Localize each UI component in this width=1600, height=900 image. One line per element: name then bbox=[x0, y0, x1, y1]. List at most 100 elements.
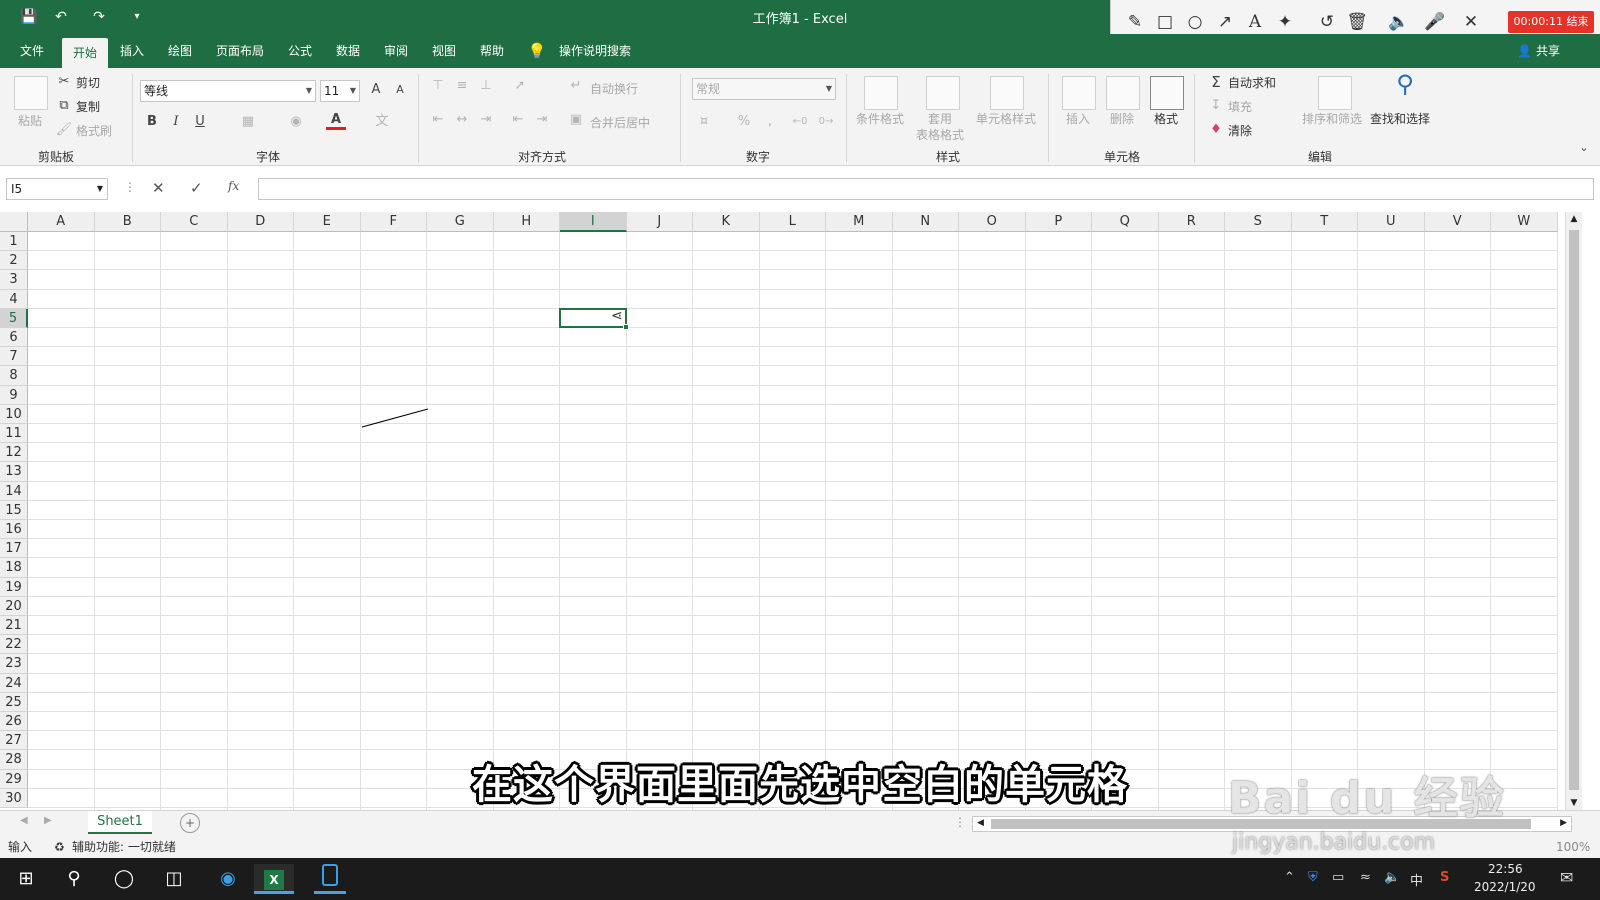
vertical-scrollbar[interactable]: ▲ ▼ bbox=[1565, 212, 1582, 810]
align-center-icon[interactable]: ↔ bbox=[452, 110, 472, 130]
align-right-icon[interactable]: ⇥ bbox=[476, 110, 496, 130]
row-header-7[interactable]: 7 bbox=[0, 347, 28, 367]
insert-cells-button[interactable]: 插入 bbox=[1066, 110, 1090, 127]
column-header-i[interactable]: I bbox=[560, 212, 627, 232]
accessibility-status[interactable]: 辅助功能: 一切就绪 bbox=[72, 836, 176, 858]
trash-icon[interactable]: 🗑 bbox=[1345, 10, 1369, 34]
security-icon[interactable]: ⛨ bbox=[1308, 870, 1318, 885]
format-painter-button[interactable]: 格式刷 bbox=[76, 122, 112, 139]
borders-icon[interactable]: ▦ bbox=[238, 112, 258, 132]
cancel-icon[interactable]: ✕ bbox=[152, 179, 165, 197]
worksheet-grid[interactable]: ABCDEFGHIJKLMNOPQRSTUVW 1 2 3 4 5 6 7 8 9 10 11 12 1… bbox=[0, 212, 1582, 810]
row-header-26[interactable]: 26 bbox=[0, 712, 28, 732]
circle-icon[interactable]: ○ bbox=[1183, 10, 1207, 34]
row-header-9[interactable]: 9 bbox=[0, 385, 28, 405]
column-header-q[interactable]: Q bbox=[1092, 212, 1159, 232]
paste-icon[interactable] bbox=[14, 76, 48, 110]
sheet-tab-sheet1[interactable]: Sheet1 bbox=[88, 811, 152, 834]
column-header-e[interactable]: E bbox=[294, 212, 361, 232]
task-view-icon[interactable]: ◫ bbox=[158, 864, 190, 894]
row-header-12[interactable]: 12 bbox=[0, 443, 28, 463]
column-header-h[interactable]: H bbox=[493, 212, 560, 232]
column-header-l[interactable]: L bbox=[759, 212, 826, 232]
tab-formulas[interactable]: 公式 bbox=[282, 34, 318, 68]
search-icon[interactable]: ⚲ bbox=[58, 864, 90, 894]
microphone-icon[interactable]: 🎤 bbox=[1423, 10, 1447, 34]
row-header-5[interactable]: 5 bbox=[0, 308, 28, 328]
paste-button[interactable]: 粘贴 bbox=[18, 112, 42, 129]
add-sheet-icon[interactable]: + bbox=[180, 813, 200, 833]
clear-button[interactable]: 清除 bbox=[1228, 122, 1252, 139]
arrow-icon[interactable]: ↗ bbox=[1213, 10, 1237, 34]
select-all-corner[interactable] bbox=[0, 212, 28, 232]
merge-center-button[interactable]: 合并后居中 bbox=[590, 114, 650, 131]
column-header-a[interactable]: A bbox=[28, 212, 95, 232]
fill-button[interactable]: 填充 bbox=[1228, 98, 1252, 115]
cortana-icon[interactable]: ◯ bbox=[108, 864, 140, 894]
align-left-icon[interactable]: ⇤ bbox=[428, 110, 448, 130]
pencil-icon[interactable]: ✎ bbox=[1123, 10, 1147, 34]
column-header-m[interactable]: M bbox=[826, 212, 893, 232]
scroll-left-icon[interactable]: ◀ bbox=[977, 818, 984, 828]
column-header-j[interactable]: J bbox=[626, 212, 693, 232]
insert-function-button[interactable]: fx bbox=[228, 179, 239, 193]
row-header-2[interactable]: 2 bbox=[0, 251, 28, 271]
ime-indicator[interactable]: 中 bbox=[1410, 870, 1423, 889]
sort-filter-icon[interactable] bbox=[1318, 76, 1352, 110]
align-top-icon[interactable]: ⊤ bbox=[428, 76, 448, 96]
column-header-o[interactable]: O bbox=[959, 212, 1026, 232]
tray-overflow-icon[interactable]: ⌃ bbox=[1284, 870, 1295, 885]
delete-cells-button[interactable]: 删除 bbox=[1110, 110, 1134, 127]
column-header-u[interactable]: U bbox=[1358, 212, 1425, 232]
column-header-r[interactable]: R bbox=[1158, 212, 1225, 232]
tab-insert[interactable]: 插入 bbox=[114, 34, 150, 68]
comma-button[interactable]: , bbox=[760, 112, 780, 132]
sort-filter-button[interactable]: 排序和筛选 bbox=[1302, 110, 1362, 127]
decrease-indent-icon[interactable]: ⇤ bbox=[508, 110, 528, 130]
percent-button[interactable]: % bbox=[734, 112, 754, 132]
row-header-8[interactable]: 8 bbox=[0, 366, 28, 386]
tab-page-layout[interactable]: 页面布局 bbox=[210, 34, 270, 68]
column-header-t[interactable]: T bbox=[1291, 212, 1358, 232]
scroll-up-icon[interactable]: ▲ bbox=[1566, 214, 1582, 224]
row-header-16[interactable]: 16 bbox=[0, 520, 28, 540]
column-header-b[interactable]: B bbox=[94, 212, 161, 232]
number-format-combo[interactable]: 常规 ▼ bbox=[692, 78, 836, 100]
tab-file[interactable]: 文件 bbox=[14, 34, 50, 68]
wifi-icon[interactable]: ≈ bbox=[1360, 870, 1371, 885]
row-header-3[interactable]: 3 bbox=[0, 270, 28, 290]
formula-input[interactable] bbox=[258, 178, 1594, 200]
row-header-23[interactable]: 23 bbox=[0, 654, 28, 674]
increase-decimal-icon[interactable]: ←0 bbox=[790, 112, 810, 132]
tab-review[interactable]: 审阅 bbox=[378, 34, 414, 68]
find-select-button[interactable]: 查找和选择 bbox=[1370, 110, 1430, 127]
column-header-g[interactable]: G bbox=[427, 212, 494, 232]
font-size-combo[interactable]: 11 ▼ bbox=[320, 80, 360, 102]
tab-data[interactable]: 数据 bbox=[330, 34, 366, 68]
tell-me-search[interactable]: 操作说明搜索 bbox=[552, 34, 638, 68]
column-header-p[interactable]: P bbox=[1025, 212, 1092, 232]
row-header-22[interactable]: 22 bbox=[0, 635, 28, 655]
next-sheet-icon[interactable]: ▶ bbox=[44, 815, 52, 826]
clock-time[interactable]: 22:56 bbox=[1488, 862, 1523, 876]
clock-date[interactable]: 2022/1/20 bbox=[1474, 880, 1536, 894]
currency-icon[interactable]: ¤ bbox=[694, 112, 714, 132]
volume-icon[interactable]: 🔈 bbox=[1384, 870, 1400, 885]
row-header-14[interactable]: 14 bbox=[0, 481, 28, 501]
tab-home[interactable]: 开始 bbox=[62, 38, 108, 68]
scroll-right-icon[interactable]: ▶ bbox=[1560, 818, 1567, 828]
wrap-text-button[interactable]: 自动换行 bbox=[590, 80, 638, 97]
text-icon[interactable]: A bbox=[1243, 10, 1267, 34]
undo-icon[interactable]: ↺ bbox=[1315, 10, 1339, 34]
speaker-icon[interactable]: 🔈 bbox=[1387, 10, 1411, 34]
conditional-format-icon[interactable] bbox=[864, 76, 898, 110]
formula-bar-splitter[interactable]: ⋮ bbox=[124, 180, 136, 194]
align-bottom-icon[interactable]: ⊥ bbox=[476, 76, 496, 96]
windows-start-icon[interactable]: ⊞ bbox=[10, 864, 42, 894]
tab-draw[interactable]: 绘图 bbox=[162, 34, 198, 68]
phonetic-icon[interactable]: 文 bbox=[372, 112, 392, 132]
row-header-13[interactable]: 13 bbox=[0, 462, 28, 482]
font-color-icon[interactable]: A bbox=[326, 110, 346, 130]
autosum-button[interactable]: 自动求和 bbox=[1228, 74, 1276, 91]
conditional-format-button[interactable]: 条件格式 bbox=[856, 110, 904, 127]
